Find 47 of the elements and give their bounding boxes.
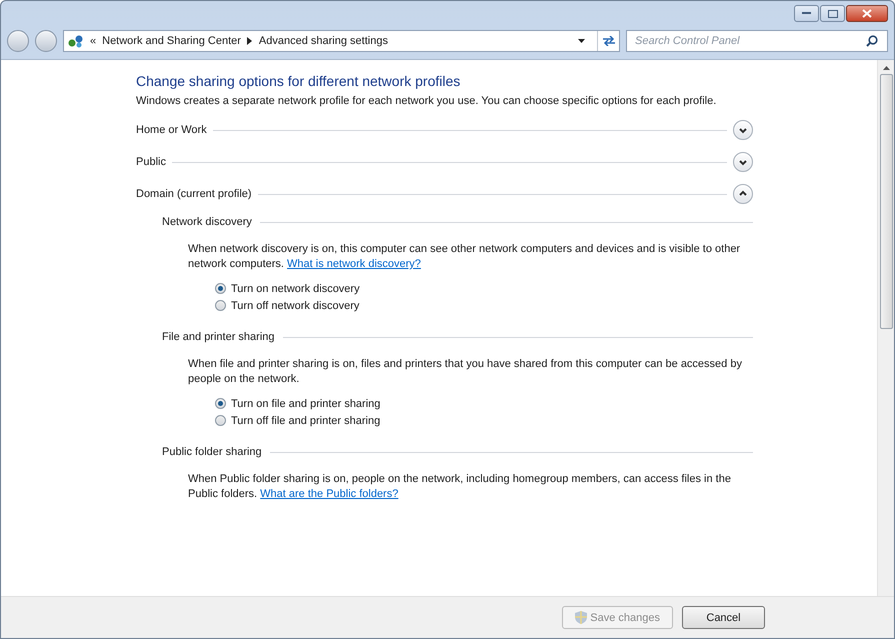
- section-title: Network discovery: [162, 216, 252, 228]
- forward-button[interactable]: [35, 30, 57, 52]
- expand-button[interactable]: [733, 120, 753, 140]
- radio-label[interactable]: Turn off file and printer sharing: [231, 414, 380, 426]
- breadcrumb-item[interactable]: Advanced sharing settings: [258, 35, 388, 47]
- radio-button[interactable]: [215, 300, 226, 311]
- network-icon: [68, 34, 84, 48]
- radio-label[interactable]: Turn on file and printer sharing: [231, 398, 380, 410]
- section-title: File and printer sharing: [162, 331, 275, 343]
- cancel-button[interactable]: Cancel: [682, 606, 765, 629]
- intro-text: Windows creates a separate network profile for each network you use. You can choose specific options for each profile.: [136, 94, 718, 109]
- separator-arrow-icon[interactable]: [246, 37, 253, 45]
- radio-label[interactable]: Turn on network discovery: [231, 282, 360, 294]
- scrollbar-thumb[interactable]: [880, 74, 892, 329]
- section-description: When network discovery is on, this computer can see other network computers and devices and is visible to other network computers. What is network discovery?: [188, 242, 742, 272]
- profile-label: Home or Work: [136, 124, 207, 136]
- radio-button[interactable]: [215, 283, 226, 294]
- overflow-chevron[interactable]: «: [90, 35, 96, 47]
- caret-icon: [578, 39, 584, 43]
- back-button[interactable]: [7, 30, 29, 52]
- scrollbar[interactable]: [877, 60, 894, 596]
- maximize-icon: [828, 10, 838, 18]
- section-description: When Public folder sharing is on, people on the network, including homegroup members, can access files in the Public folders. What are the Public folders?: [188, 472, 732, 502]
- minimize-button[interactable]: [794, 5, 819, 22]
- breadcrumb-item[interactable]: Network and Sharing Center: [102, 35, 241, 47]
- search-field[interactable]: Search Control Panel: [626, 30, 888, 52]
- close-icon: [862, 9, 872, 18]
- address-bar[interactable]: « Network and Sharing Center Advanced sharing settings: [63, 30, 620, 52]
- search-icon[interactable]: [866, 35, 878, 47]
- scroll-up-icon[interactable]: [882, 66, 890, 70]
- radio-label[interactable]: Turn off network discovery: [231, 300, 360, 312]
- radio-button[interactable]: [215, 415, 226, 426]
- section-title: Public folder sharing: [162, 446, 262, 458]
- section-description: When file and printer sharing is on, files and printers that you have shared from this computer can be accessed by people on the network.: [188, 357, 743, 387]
- page-heading: Change sharing options for different network profiles: [136, 73, 462, 89]
- shield-icon: [575, 611, 588, 624]
- refresh-icon: [602, 36, 616, 46]
- expand-button[interactable]: [733, 152, 753, 172]
- help-link[interactable]: What are the Public folders?: [260, 488, 398, 500]
- profile-label: Domain (current profile): [136, 188, 252, 200]
- maximize-button[interactable]: [820, 5, 845, 22]
- help-link[interactable]: What is network discovery?: [287, 258, 421, 270]
- minimize-icon: [802, 12, 811, 15]
- profile-label: Public: [136, 156, 166, 168]
- expand-button[interactable]: [733, 184, 753, 204]
- radio-button[interactable]: [215, 398, 226, 409]
- close-button[interactable]: [846, 5, 888, 22]
